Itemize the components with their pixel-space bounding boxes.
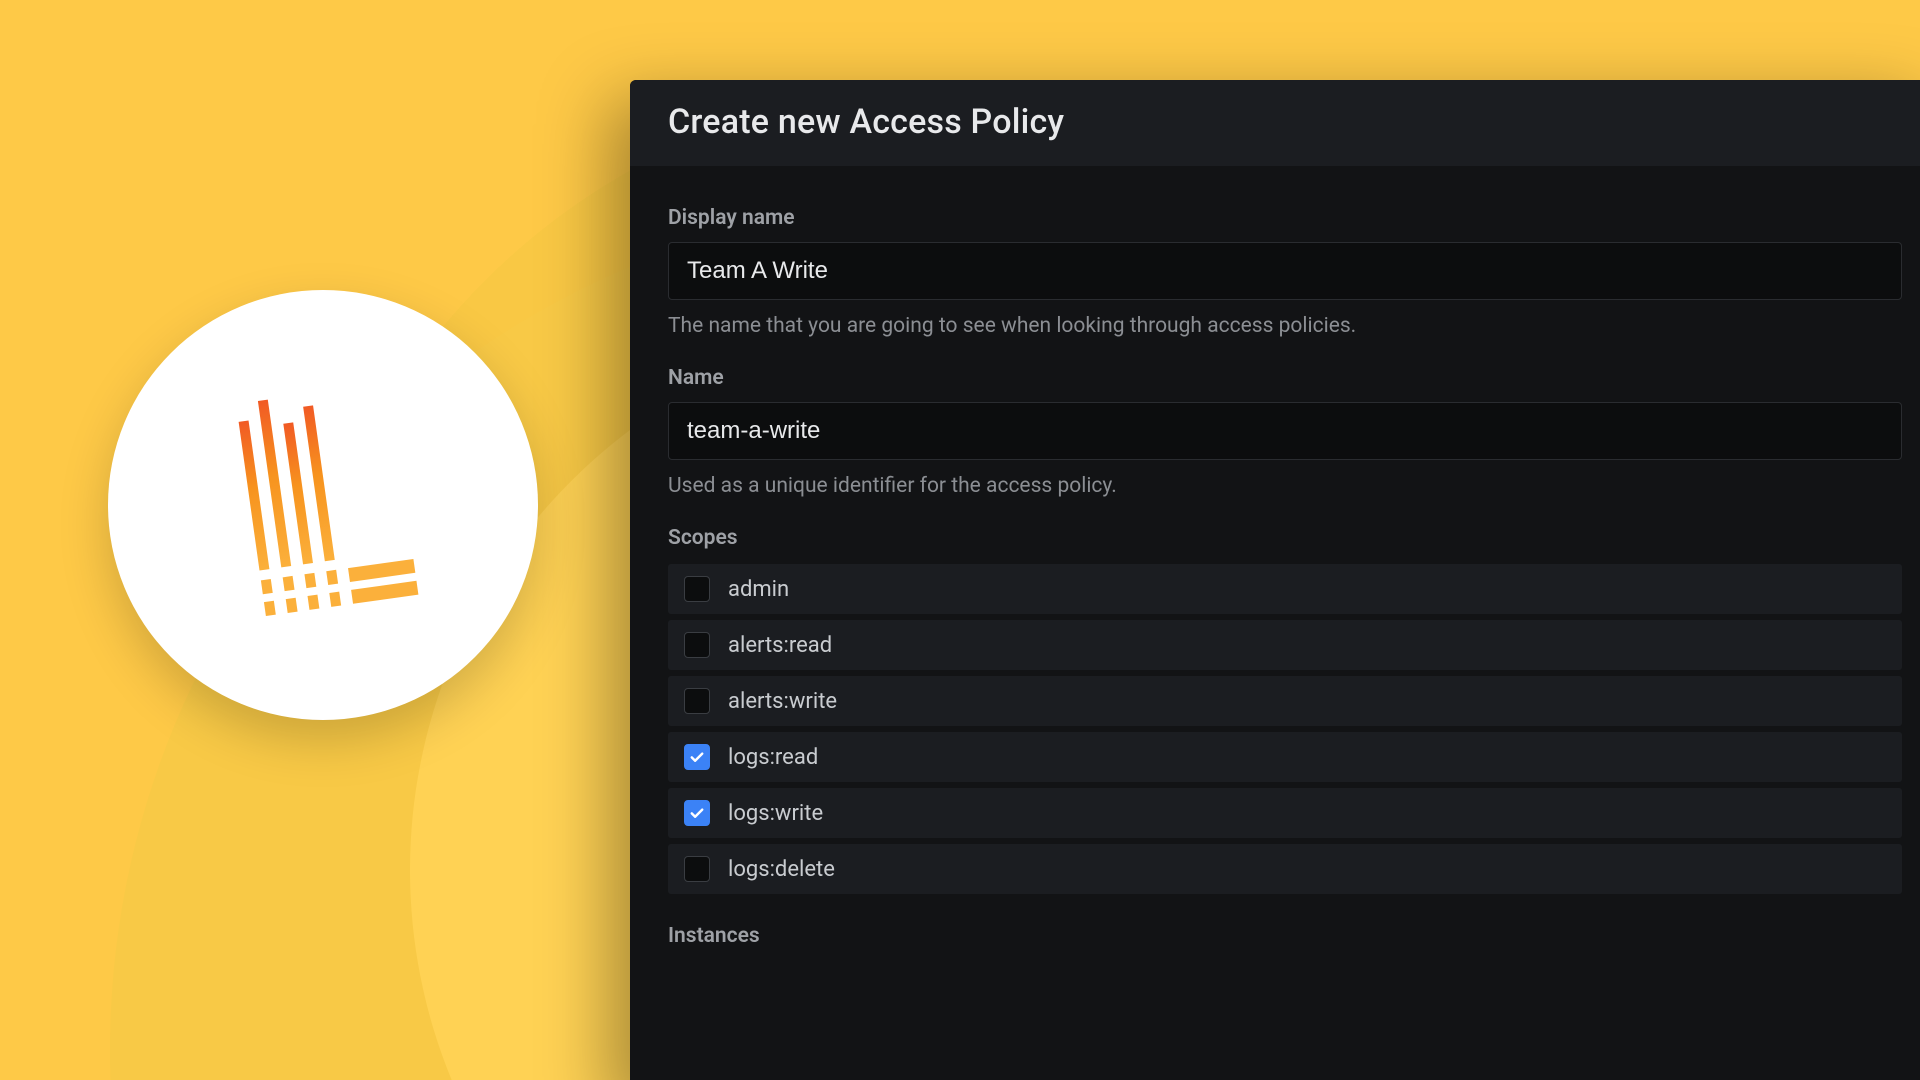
- scope-checkbox[interactable]: [684, 576, 710, 602]
- scope-row-logs-delete[interactable]: logs:delete: [668, 844, 1902, 894]
- scope-checkbox[interactable]: [684, 800, 710, 826]
- panel-header: Create new Access Policy: [630, 80, 1920, 166]
- scope-row-alerts-read[interactable]: alerts:read: [668, 620, 1902, 670]
- name-label: Name: [668, 366, 1902, 390]
- loki-logo-icon: [193, 375, 453, 635]
- display-name-label: Display name: [668, 206, 1902, 230]
- scope-label: alerts:read: [728, 633, 832, 658]
- scope-label: logs:delete: [728, 857, 835, 882]
- panel-title: Create new Access Policy: [668, 102, 1902, 142]
- scope-row-admin[interactable]: admin: [668, 564, 1902, 614]
- name-field: Name Used as a unique identifier for the…: [668, 366, 1902, 498]
- scope-label: admin: [728, 577, 789, 602]
- name-input[interactable]: [668, 402, 1902, 460]
- display-name-help: The name that you are going to see when …: [668, 314, 1902, 338]
- scope-label: logs:write: [728, 801, 823, 826]
- scopes-heading: Scopes: [668, 526, 1902, 550]
- scope-row-logs-write[interactable]: logs:write: [668, 788, 1902, 838]
- scope-checkbox[interactable]: [684, 856, 710, 882]
- stage: Create new Access Policy Display name Th…: [0, 0, 1920, 1080]
- display-name-input[interactable]: [668, 242, 1902, 300]
- scope-row-alerts-write[interactable]: alerts:write: [668, 676, 1902, 726]
- scope-checkbox[interactable]: [684, 744, 710, 770]
- scope-checkbox[interactable]: [684, 632, 710, 658]
- scope-checkbox[interactable]: [684, 688, 710, 714]
- display-name-field: Display name The name that you are going…: [668, 206, 1902, 338]
- scope-label: alerts:write: [728, 689, 837, 714]
- scope-row-logs-read[interactable]: logs:read: [668, 732, 1902, 782]
- scope-list: admin alerts:read alerts:write logs:read log…: [668, 564, 1902, 894]
- create-access-policy-panel: Create new Access Policy Display name Th…: [630, 80, 1920, 1080]
- instances-heading: Instances: [668, 924, 1902, 948]
- name-help: Used as a unique identifier for the acce…: [668, 474, 1902, 498]
- scope-label: logs:read: [728, 745, 818, 770]
- logo-badge: [108, 290, 538, 720]
- panel-body: Display name The name that you are going…: [630, 166, 1920, 1002]
